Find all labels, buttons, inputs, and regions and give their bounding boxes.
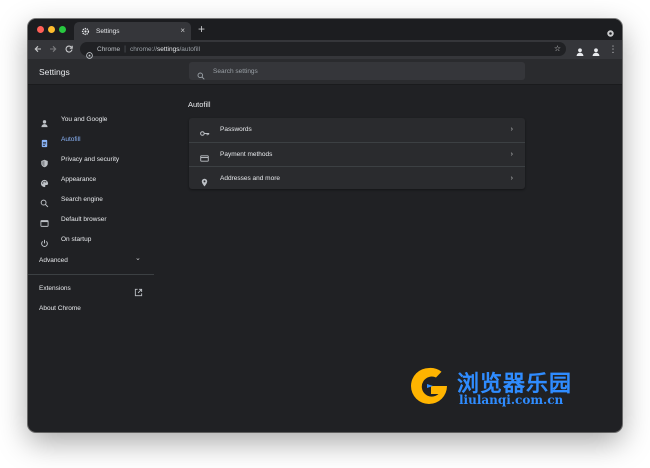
sidebar-item-default-browser[interactable]: Default browser: [28, 210, 158, 228]
extension-icon[interactable]: [606, 25, 615, 37]
page-title: Settings: [39, 67, 70, 77]
sidebar-item-you-and-google[interactable]: You and Google: [28, 110, 158, 128]
sidebar-item-search-engine[interactable]: Search engine: [28, 190, 158, 208]
tab-close-button[interactable]: ×: [180, 27, 185, 35]
gear-icon: [81, 27, 90, 36]
person-icon[interactable]: [575, 44, 585, 56]
person-icon: [40, 115, 49, 127]
omnibox-separator: |: [124, 45, 126, 53]
sidebar-item-label: Default browser: [61, 215, 107, 223]
sidebar-about-chrome[interactable]: About Chrome: [39, 305, 81, 312]
settings-header: Settings Search settings: [28, 59, 622, 85]
minimize-window-button[interactable]: [48, 26, 55, 33]
sidebar-advanced[interactable]: Advanced: [39, 257, 68, 264]
open-in-new-icon[interactable]: [134, 284, 143, 297]
back-button[interactable]: [33, 44, 43, 54]
bookmark-star-icon[interactable]: ☆: [554, 44, 561, 54]
chrome-page-icon: [86, 46, 93, 59]
sidebar-item-label: On startup: [61, 235, 92, 243]
row-label: Payment methods: [220, 151, 273, 158]
browser-icon: [40, 215, 49, 227]
sidebar: You and Google Autofill Privacy and secu…: [28, 85, 158, 432]
reload-button[interactable]: [64, 44, 74, 54]
row-label: Passwords: [220, 126, 252, 133]
profile-avatar-icon[interactable]: [591, 44, 601, 56]
palette-icon: [40, 175, 49, 187]
row-passwords[interactable]: Passwords ›: [189, 118, 525, 141]
sidebar-item-privacy-and-security[interactable]: Privacy and security: [28, 150, 158, 168]
back-arrow-icon: [34, 45, 41, 53]
sidebar-item-appearance[interactable]: Appearance: [28, 170, 158, 188]
location-pin-icon: [200, 174, 209, 187]
sidebar-item-on-startup[interactable]: On startup: [28, 230, 158, 248]
sidebar-item-label: Search engine: [61, 195, 103, 203]
search-placeholder: Search settings: [213, 67, 258, 75]
autofill-card: Passwords › Payment methods › Addresses …: [189, 118, 525, 189]
sidebar-item-label: You and Google: [61, 115, 108, 123]
sidebar-divider: [28, 274, 154, 275]
watermark-url: liulanqi.com.cn: [459, 393, 564, 407]
omnibox-url: chrome://settings/autofill: [129, 45, 201, 53]
tab-settings[interactable]: Settings ×: [74, 22, 191, 40]
close-window-button[interactable]: [37, 26, 44, 33]
section-title: Autofill: [188, 100, 211, 109]
watermark: 浏览器乐园 liulanqi.com.cn: [407, 362, 607, 412]
kebab-menu-icon[interactable]: ⋮: [608, 44, 618, 54]
forward-arrow-icon: [50, 45, 57, 53]
row-payment-methods[interactable]: Payment methods ›: [189, 142, 525, 166]
credit-card-icon: [200, 150, 209, 162]
tab-title: Settings: [96, 27, 120, 35]
reload-icon: [65, 45, 73, 53]
tab-strip: Settings × +: [28, 19, 622, 40]
omnibox-chip: Chrome: [97, 45, 121, 53]
watermark-logo-icon: [407, 364, 451, 408]
new-tab-button[interactable]: +: [198, 23, 205, 35]
chevron-right-icon: ›: [510, 151, 513, 158]
sidebar-item-label: Appearance: [61, 175, 97, 183]
search-icon: [40, 195, 49, 207]
chevron-down-icon[interactable]: ⌄: [135, 254, 141, 262]
row-addresses-and-more[interactable]: Addresses and more ›: [189, 166, 525, 190]
chevron-right-icon: ›: [510, 126, 513, 133]
search-input[interactable]: Search settings: [189, 62, 525, 80]
key-icon: [200, 125, 210, 136]
sidebar-extensions[interactable]: Extensions: [39, 285, 71, 292]
forward-button[interactable]: [48, 44, 58, 54]
maximize-window-button[interactable]: [59, 26, 66, 33]
clipboard-icon: [40, 135, 49, 147]
sidebar-item-label: Autofill: [61, 135, 81, 143]
search-icon: [197, 67, 205, 80]
sidebar-item-label: Privacy and security: [61, 155, 120, 163]
chevron-right-icon: ›: [510, 175, 513, 182]
address-bar[interactable]: Chrome | chrome://settings/autofill ☆: [80, 42, 566, 59]
shield-icon: [40, 155, 49, 167]
row-label: Addresses and more: [220, 175, 280, 182]
toolbar: Chrome | chrome://settings/autofill ☆ ⋮: [28, 40, 622, 59]
sidebar-item-autofill[interactable]: Autofill: [28, 130, 158, 148]
power-icon: [40, 235, 49, 247]
